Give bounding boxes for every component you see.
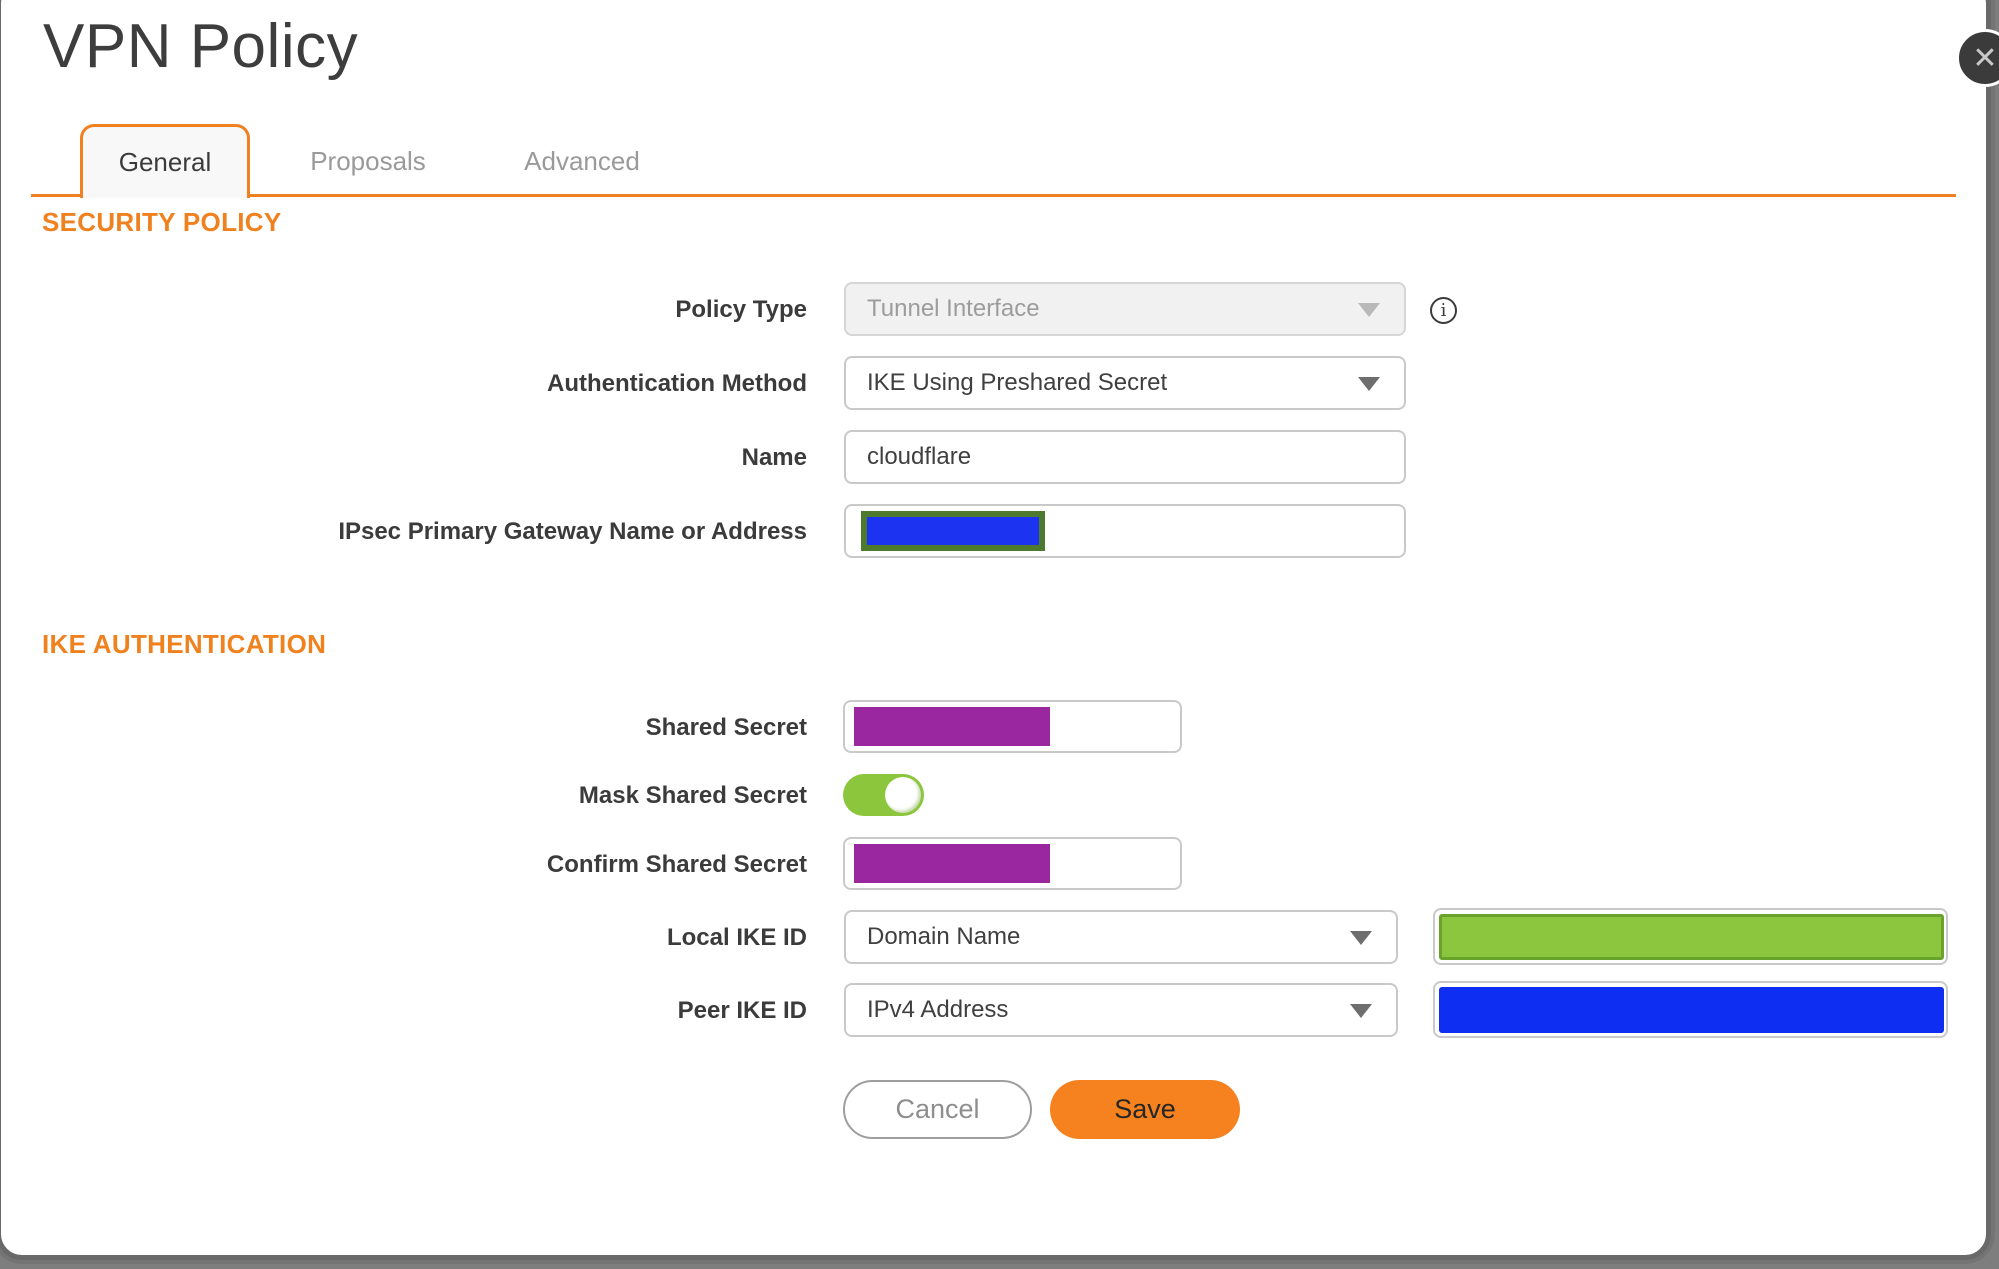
tab-advanced-label: Advanced (524, 145, 640, 176)
tab-proposals-label: Proposals (310, 145, 426, 176)
chevron-down-icon (1358, 303, 1380, 317)
section-ike-authentication: IKE AUTHENTICATION (42, 629, 327, 659)
peer-ike-id-redacted-value (1439, 987, 1944, 1033)
info-icon[interactable]: i (1430, 297, 1457, 324)
tab-proposals[interactable]: Proposals (283, 124, 453, 198)
local-ike-id-label: Local IKE ID (666, 924, 807, 951)
local-ike-id-value-input[interactable] (1433, 908, 1948, 965)
peer-ike-id-type-value: IPv4 Address (867, 996, 1009, 1023)
save-button-label: Save (1114, 1094, 1176, 1124)
close-icon: ✕ (1972, 41, 1998, 75)
policy-type-label: Policy Type (675, 296, 807, 323)
confirm-shared-secret-redacted-value (854, 844, 1050, 883)
mask-shared-secret-label: Mask Shared Secret (578, 782, 807, 809)
local-ike-id-type-select[interactable]: Domain Name (844, 910, 1398, 964)
local-ike-id-redacted-value (1439, 914, 1944, 960)
peer-ike-id-value-input[interactable] (1433, 981, 1948, 1038)
shared-secret-redacted-value (854, 707, 1050, 746)
name-input[interactable] (844, 430, 1406, 484)
policy-type-select: Tunnel Interface (844, 282, 1406, 336)
mask-shared-secret-toggle[interactable] (843, 774, 924, 816)
tab-advanced[interactable]: Advanced (497, 124, 667, 198)
shared-secret-label: Shared Secret (645, 714, 807, 741)
tab-general-label: General (118, 147, 212, 177)
gateway-redacted-value (861, 511, 1045, 551)
confirm-shared-secret-label: Confirm Shared Secret (546, 851, 807, 878)
chevron-down-icon (1350, 1004, 1372, 1018)
page-title: VPN Policy (43, 12, 359, 81)
authentication-method-value: IKE Using Preshared Secret (867, 369, 1168, 396)
vpn-policy-dialog: VPN Policy General Proposals Advanced SE… (0, 0, 1991, 1260)
chevron-down-icon (1358, 377, 1380, 391)
cancel-button[interactable]: Cancel (843, 1080, 1032, 1139)
gateway-label: IPsec Primary Gateway Name or Address (338, 518, 807, 545)
peer-ike-id-type-select[interactable]: IPv4 Address (844, 983, 1398, 1037)
info-icon-glyph: i (1440, 300, 1447, 321)
chevron-down-icon (1350, 931, 1372, 945)
toggle-knob (885, 777, 921, 813)
authentication-method-select[interactable]: IKE Using Preshared Secret (844, 356, 1406, 410)
section-security-policy: SECURITY POLICY (42, 207, 282, 237)
authentication-method-label: Authentication Method (547, 370, 807, 397)
local-ike-id-type-value: Domain Name (867, 923, 1021, 950)
tab-general[interactable]: General (80, 124, 250, 198)
name-label: Name (741, 444, 807, 471)
cancel-button-label: Cancel (895, 1094, 980, 1124)
save-button[interactable]: Save (1050, 1080, 1240, 1139)
policy-type-value: Tunnel Interface (867, 295, 1040, 322)
peer-ike-id-label: Peer IKE ID (677, 997, 807, 1024)
